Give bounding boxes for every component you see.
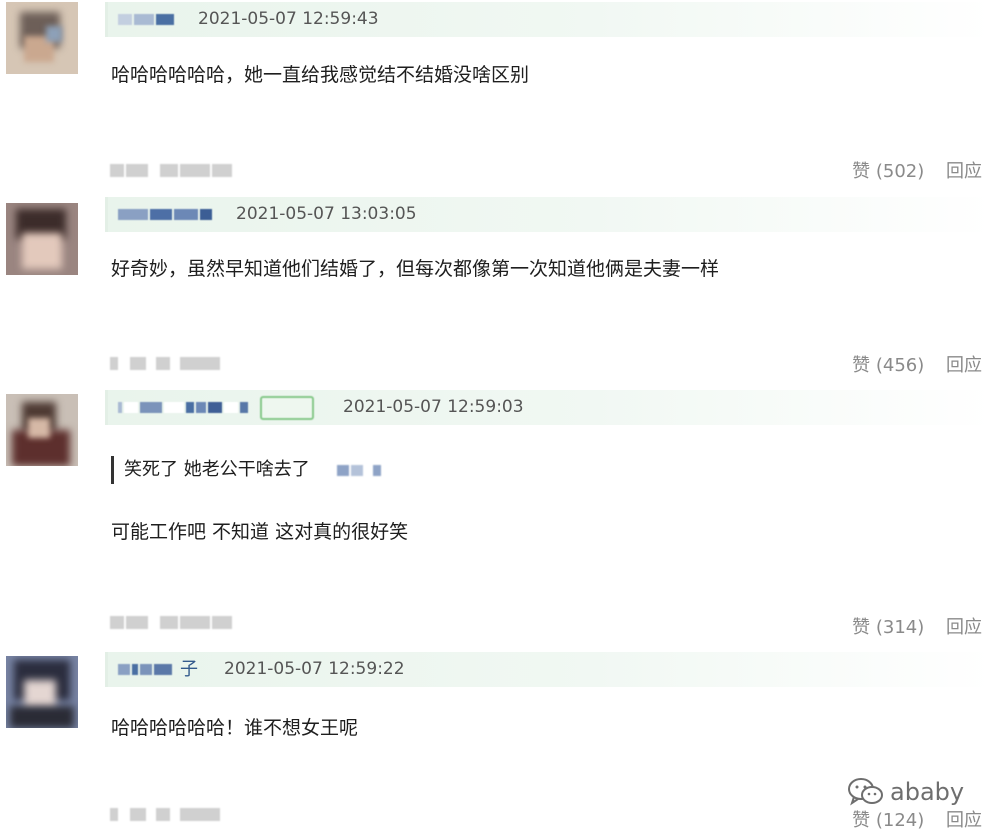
comment-header: 2021-05-07 12:59:03 — [105, 390, 992, 425]
comment-actions: 赞 (456) 回应 — [852, 351, 982, 377]
comment-timestamp: 2021-05-07 12:59:03 — [343, 397, 524, 417]
comment-timestamp: 2021-05-07 13:03:05 — [236, 204, 417, 224]
comment-timestamp: 2021-05-07 12:59:22 — [224, 659, 405, 679]
comment-item: 子 2021-05-07 12:59:22 哈哈哈哈哈哈！谁不想女王呢 赞 (1… — [0, 650, 996, 836]
comment-source-blur — [110, 355, 220, 371]
comment-text: 好奇妙，虽然早知道他们结婚了，但每次都像第一次知道他俩是夫妻一样 — [111, 258, 720, 280]
comment-item: 2021-05-07 12:59:03 笑死了 她老公干啥去了 可能工作吧 不知… — [0, 388, 996, 648]
like-button[interactable]: 赞 (314) — [852, 617, 924, 638]
avatar[interactable] — [6, 203, 78, 275]
username-suffix[interactable]: 子 — [180, 652, 198, 687]
username-link[interactable] — [118, 208, 212, 221]
comment-source-blur — [110, 162, 232, 178]
username-link[interactable] — [118, 13, 174, 26]
comment-text: 可能工作吧 不知道 这对真的很好笑 — [111, 521, 409, 543]
comment-timestamp: 2021-05-07 12:59:43 — [198, 9, 379, 29]
wechat-icon — [848, 778, 883, 806]
avatar[interactable] — [6, 394, 78, 466]
like-button[interactable]: 赞 (124) — [852, 810, 924, 831]
user-badge — [260, 396, 314, 420]
comment-actions: 赞 (314) 回应 — [852, 613, 982, 639]
comment-source-blur — [110, 806, 220, 822]
comment-source-blur — [110, 614, 232, 630]
quoted-text: 笑死了 她老公干啥去了 — [124, 459, 310, 480]
reply-button[interactable]: 回应 — [946, 355, 982, 376]
like-button[interactable]: 赞 (456) — [852, 355, 924, 376]
reply-button[interactable]: 回应 — [946, 617, 982, 638]
avatar[interactable] — [6, 2, 78, 74]
comment-header: 子 2021-05-07 12:59:22 — [105, 652, 992, 687]
watermark-text: ababy — [890, 778, 965, 806]
comment-header: 2021-05-07 13:03:05 — [105, 197, 992, 232]
username-link[interactable] — [118, 401, 248, 414]
comment-header: 2021-05-07 12:59:43 — [105, 2, 992, 37]
comment-item: 2021-05-07 12:59:43 哈哈哈哈哈哈，她一直给我感觉结不结婚没啥… — [0, 0, 996, 195]
comment-text: 哈哈哈哈哈哈！谁不想女王呢 — [111, 717, 359, 739]
comment-item: 2021-05-07 13:03:05 好奇妙，虽然早知道他们结婚了，但每次都像… — [0, 195, 996, 385]
like-button[interactable]: 赞 (502) — [852, 161, 924, 182]
watermark: ababy — [846, 776, 964, 808]
comment-actions: 赞 (124) 回应 — [852, 806, 982, 832]
reply-button[interactable]: 回应 — [946, 161, 982, 182]
comment-text: 哈哈哈哈哈哈，她一直给我感觉结不结婚没啥区别 — [111, 64, 530, 86]
avatar[interactable] — [6, 656, 78, 728]
username-link[interactable] — [118, 663, 172, 676]
comment-actions: 赞 (502) 回应 — [852, 157, 982, 183]
reply-button[interactable]: 回应 — [946, 810, 982, 831]
quoted-comment: 笑死了 她老公干啥去了 — [111, 456, 383, 484]
quoted-author-blur[interactable] — [337, 456, 383, 484]
